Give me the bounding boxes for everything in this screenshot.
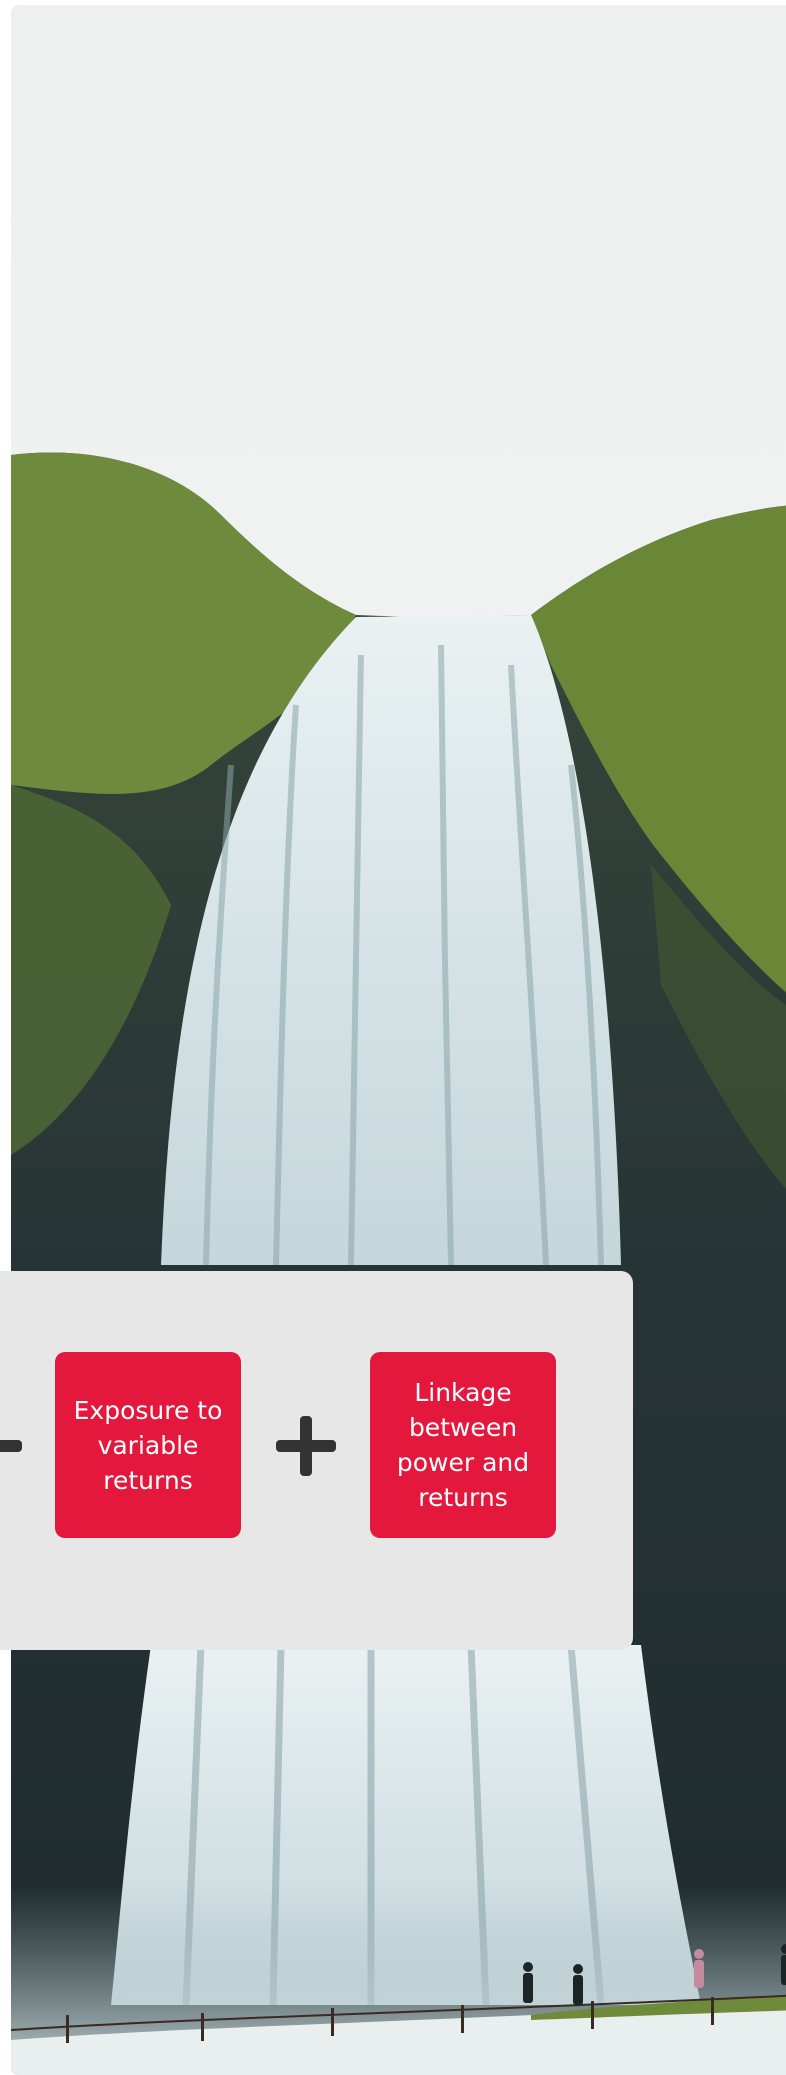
waterfall-photo [11,5,786,2075]
exposure-box: Exposure to variable returns [55,1352,241,1538]
linkage-label: Linkage between power and returns [396,1378,530,1512]
exposure-label: Exposure to variable returns [73,1395,223,1495]
linkage-box: Linkage between power and returns [370,1352,556,1538]
plus-operator-icon [276,1416,336,1476]
minus-operator-icon [0,1440,22,1452]
